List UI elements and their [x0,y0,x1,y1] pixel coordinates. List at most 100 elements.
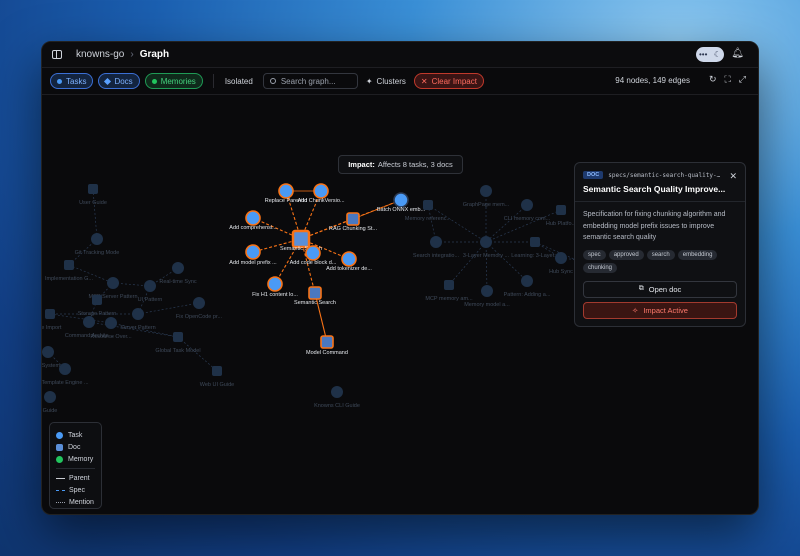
impact-active-button[interactable]: ✧ Impact Active [583,301,737,319]
graph-node-task-faded[interactable] [480,185,492,197]
impact-active-label: Impact Active [643,305,688,315]
impact-banner-label: Impact: [348,160,375,169]
moon-icon: ☾ [713,49,721,59]
graph-node-task-faded[interactable] [42,346,54,358]
graph-node-task-faded[interactable] [521,199,533,211]
expand-icon[interactable]: ⤢ [739,74,746,85]
graph-edge-faded [485,204,528,243]
graph-node-doc-faded[interactable] [92,295,102,305]
theme-toggle[interactable]: ••• ☾ [696,47,724,62]
memory-dot-icon [56,455,63,463]
clear-impact-label: Clear Impact [431,76,477,86]
clusters-button[interactable]: ✦ Clusters [366,77,406,86]
graph-node-task-faded[interactable] [481,285,493,297]
close-icon: ✕ [420,76,428,86]
graph-canvas[interactable]: User Guide Git Tracking Mode Real-time Syn… [42,95,758,514]
doc-tag[interactable]: chunking [583,262,618,273]
graph-node-doc-faded[interactable] [173,332,183,342]
graph-node-task[interactable] [245,244,261,260]
search-icon [269,78,276,84]
graph-node-label: Real-time Sync [159,279,197,285]
graph-node-task[interactable] [313,183,329,199]
isolated-toggle[interactable]: Isolated [219,77,259,86]
filter-memories-chip[interactable]: Memories [144,73,203,89]
graph-node-label: Fix OpenCode pr... [176,314,223,320]
graph-node-task-faded[interactable] [521,275,533,287]
doc-tag[interactable]: embedding [677,249,718,260]
graph-node-doc-faded[interactable] [530,237,540,247]
close-panel-icon[interactable]: ✕ [729,171,737,182]
graph-node-doc[interactable] [346,212,360,226]
graph-node-doc-faded[interactable] [64,260,74,270]
graph-node-label: Git Tracking Mode [75,250,120,256]
graph-node-task-faded[interactable] [91,233,103,245]
graph-node-task-faded[interactable] [83,316,95,328]
graph-node-doc-faded[interactable] [212,366,222,376]
legend-doc-label: Doc [68,443,81,451]
graph-node-doc-faded[interactable] [444,280,454,290]
task-dot-icon [56,431,63,439]
graph-node-task[interactable] [393,192,409,208]
filter-memories-label: Memories [160,76,196,86]
chevron-right-icon: › [130,49,134,60]
graph-node-task-faded[interactable] [555,252,567,264]
graph-node-task-faded[interactable] [331,386,343,398]
graph-toolbar: Tasks Docs Memories Isolated ✦ Clusters … [42,68,758,95]
graph-node-task-faded[interactable] [430,236,442,248]
clusters-label: Clusters [376,76,406,86]
filter-tasks-chip[interactable]: Tasks [50,73,94,89]
page-title: Graph [139,49,170,60]
search-input[interactable] [280,76,356,86]
graph-node-label: Add ChunkVersio... [297,198,345,204]
graph-node-task[interactable] [278,183,294,199]
graph-node-task[interactable] [245,210,261,226]
graph-node-task[interactable] [341,251,357,267]
graph-node-task-faded[interactable] [105,317,117,329]
toolbar-actions: ↻ ⛶ ⤢ [709,74,746,85]
graph-node-doc[interactable] [320,335,334,349]
graph-node-task[interactable] [305,245,321,261]
graph-node-label: Implementation G... [45,276,93,282]
graph-node-task-faded[interactable] [193,297,205,309]
graph-node-label: UI Pattern [138,297,163,303]
graph-node-label: Add comprehensi... [229,225,277,231]
graph-node-label: CLI memory com... [504,216,551,222]
filter-docs-label: Docs [114,76,133,86]
graph-node-label: Fix H1 content lo... [252,292,298,298]
doc-tag[interactable]: search [646,249,675,260]
graph-node-task-faded[interactable] [44,391,56,403]
fit-view-icon[interactable]: ⛶ [724,74,730,85]
sidebar-toggle-icon[interactable] [52,50,62,59]
legend-mention: Mention [56,496,95,508]
graph-node-doc[interactable] [308,286,322,300]
graph-node-task[interactable] [267,276,283,292]
doc-tag[interactable]: approved [608,249,644,260]
graph-node-doc[interactable] [291,229,311,249]
graph-counts: 94 nodes, 149 edges [615,76,690,85]
graph-node-label: RAG Chunking St... [329,226,377,232]
graph-node-label: Model Command [306,350,348,356]
graph-node-doc-faded[interactable] [45,309,55,319]
open-doc-button[interactable]: ⧉ Open doc [583,280,737,298]
dots-icon: ••• [699,49,708,59]
doc-tag[interactable]: spec [583,249,606,260]
graph-node-task-faded[interactable] [172,262,184,274]
refresh-icon[interactable]: ↻ [709,74,717,85]
search-box[interactable] [262,73,358,89]
filter-tasks-label: Tasks [66,76,87,86]
graph-node-label: Global Task Model [155,348,200,354]
graph-node-doc-faded[interactable] [88,184,98,194]
graph-node-label: Memory model a... [464,302,510,308]
toolbar-divider [212,74,214,88]
graph-node-task-faded[interactable] [132,308,144,320]
graph-node-task-faded[interactable] [144,280,156,292]
graph-node-task-faded[interactable] [480,236,492,248]
graph-node-task-faded[interactable] [107,277,119,289]
bell-icon[interactable]: 🔔︎ [731,48,744,59]
breadcrumb-workspace[interactable]: knowns-go [76,49,124,60]
external-link-icon: ⧉ [638,285,644,292]
graph-node-task-faded[interactable] [59,363,71,375]
graph-node-doc-faded[interactable] [556,205,566,215]
clear-impact-button[interactable]: ✕ Clear Impact [413,73,484,89]
filter-docs-chip[interactable]: Docs [98,73,140,89]
